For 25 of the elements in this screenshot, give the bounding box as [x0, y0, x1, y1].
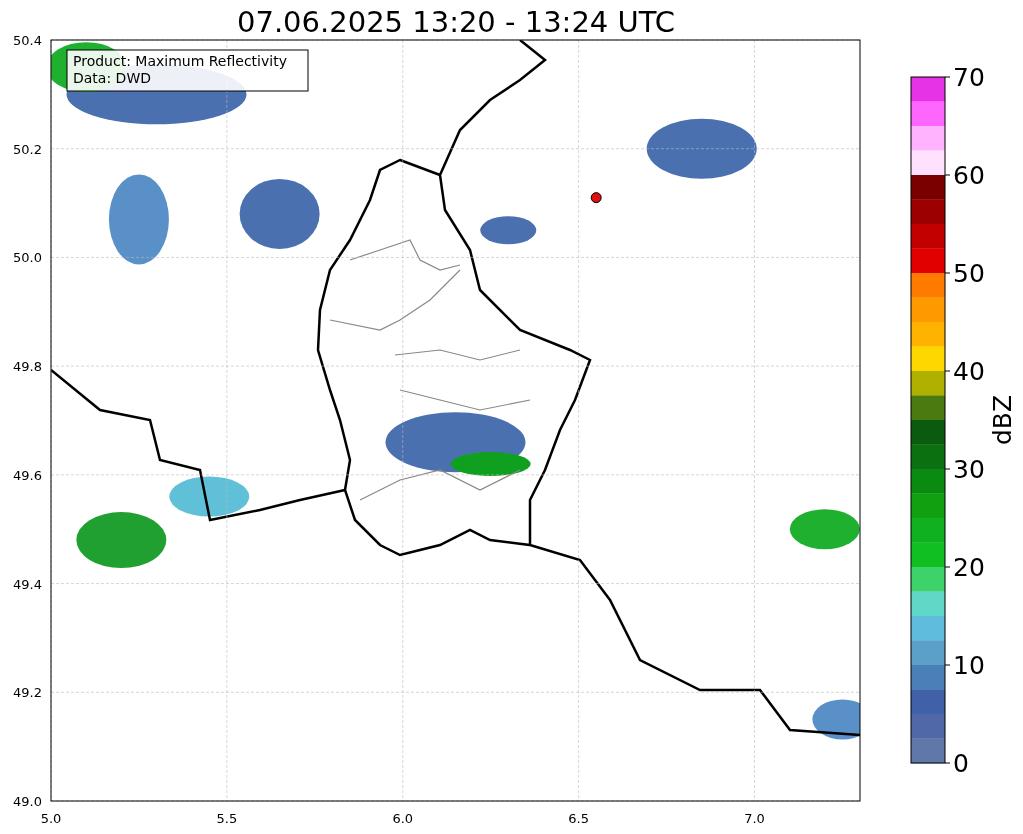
colorbar-label: dBZ [988, 394, 1017, 446]
colorbar-tick-label: 40 [953, 357, 985, 386]
axis-tick-label: 49.4 [13, 576, 42, 592]
axis-tick-label: 49.2 [13, 685, 42, 701]
axis-tick-label: 50.0 [13, 250, 42, 266]
colorbar-tick-label: 10 [953, 651, 985, 680]
axis-tick-label: 7.0 [744, 811, 765, 826]
axis-tick-label: 50.4 [13, 33, 42, 48]
axis-tick-label: 49.0 [13, 794, 42, 809]
axis-tick-label: 6.0 [392, 811, 414, 826]
colorbar-tick-label: 50 [953, 259, 985, 288]
legend-text: Product: Maximum Reflectivity [73, 53, 287, 69]
colorbar-tick-label: 30 [953, 455, 985, 484]
axis-tick-label: 5.0 [40, 811, 62, 826]
colorbar-tick-label: 70 [953, 63, 985, 92]
axis-tick-label: 6.5 [568, 811, 589, 826]
colorbar-tick-label: 20 [953, 553, 985, 582]
axis-tick-label: 49.6 [13, 467, 42, 483]
axis-tick-label: 50.2 [13, 141, 42, 157]
colorbar-tick-label: 60 [953, 161, 985, 190]
legend-text: Data: DWD [73, 70, 151, 86]
colorbar-tick-label: 0 [953, 749, 969, 778]
axis-tick-label: 5.5 [216, 811, 238, 826]
axis-tick-label: 49.8 [13, 359, 42, 375]
chart-title: 07.06.2025 13:20 - 13:24 UTC [237, 5, 675, 39]
